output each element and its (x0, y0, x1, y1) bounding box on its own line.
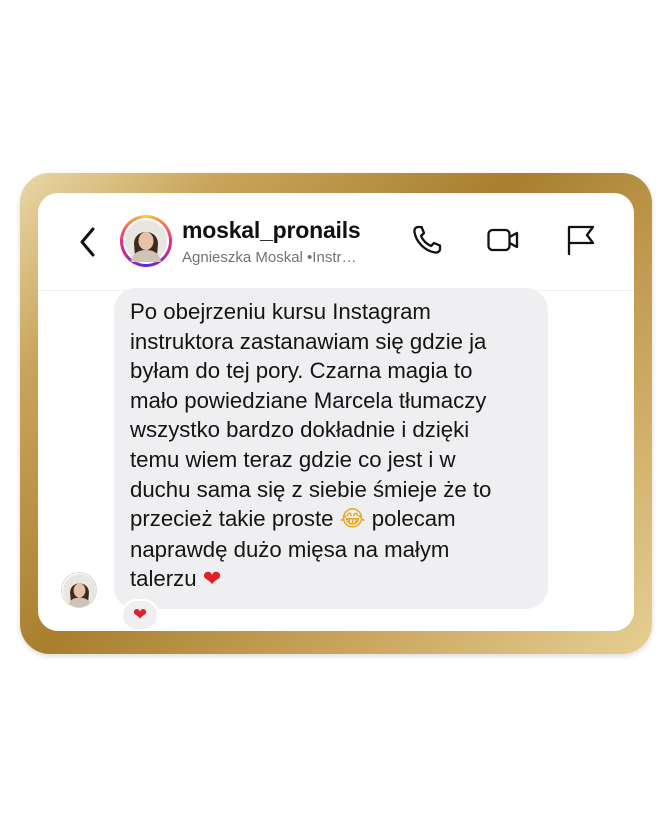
sender-avatar[interactable] (61, 572, 97, 608)
profile-photo (125, 220, 167, 262)
message-line: przecież takie proste 😂 polecam (130, 504, 536, 535)
profile-avatar[interactable] (120, 215, 172, 267)
message-line: duchu sama się z siebie śmieje że to (130, 476, 492, 502)
message-line: talerzu ❤ (130, 564, 536, 595)
message-line: Po obejrzeniu kursu Instagram (130, 299, 431, 324)
dm-conversation-card: moskal_pronails Agnieszka Moskal •Instr…… (38, 193, 634, 631)
video-camera-icon[interactable] (486, 223, 520, 257)
chat-username[interactable]: moskal_pronails (182, 217, 361, 244)
message-line: naprawdę dużo mięsa na małym (130, 536, 450, 562)
message-bubble[interactable]: Po obejrzeniu kursu Instagram instruktor… (114, 288, 548, 609)
heart-reaction-badge[interactable]: ❤ (121, 599, 159, 631)
message-text: talerzu (130, 566, 197, 592)
message-line: mało powiedziane Marcela tłumaczy (130, 387, 487, 413)
heart-reaction-icon: ❤ (132, 605, 148, 625)
message-text: polecam (371, 506, 456, 532)
phone-icon[interactable] (410, 223, 444, 257)
message-line: byłam do tej pory. Czarna magia to (130, 358, 473, 384)
sender-photo (62, 573, 96, 607)
flag-icon[interactable] (564, 223, 598, 257)
chevron-left-icon[interactable] (78, 226, 98, 258)
chat-header: moskal_pronails Agnieszka Moskal •Instr… (38, 193, 634, 291)
chat-subtitle: Agnieszka Moskal •Instr… (182, 249, 357, 266)
message-line: wszystko bardzo dokładnie i dzięki (130, 417, 470, 443)
message-line: temu wiem teraz gdzie co jest i w (130, 446, 456, 472)
message-text: przecież takie proste (130, 506, 334, 532)
red-heart-emoji-icon: ❤ (202, 566, 222, 593)
laughing-emoji-icon: 😂 (339, 506, 366, 533)
message-line: instruktora zastanawiam się gdzie ja (130, 328, 487, 354)
